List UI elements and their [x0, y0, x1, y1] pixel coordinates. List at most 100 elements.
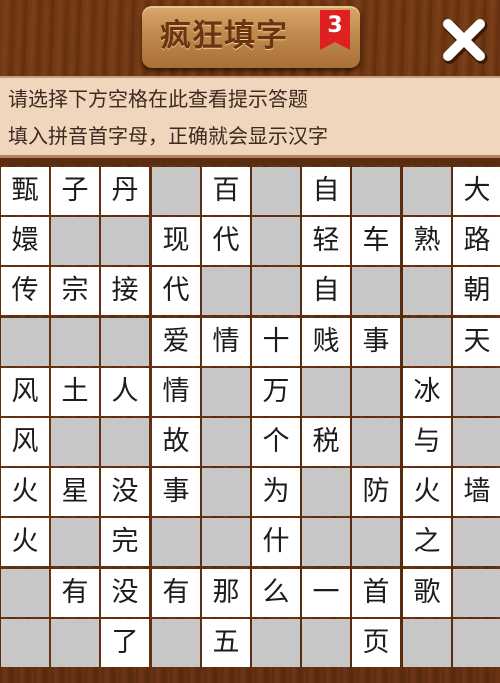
- grid-cell-r6-c5[interactable]: 为: [252, 468, 300, 516]
- grid-cell-r4-c1[interactable]: 土: [51, 368, 99, 416]
- grid-cell-r7-c3: [152, 518, 200, 566]
- grid-cell-r8-c4[interactable]: 那: [202, 569, 250, 617]
- grid-cell-r2-c6[interactable]: 自: [302, 267, 350, 315]
- grid-cell-r7-c8[interactable]: 之: [403, 518, 451, 566]
- grid-cell-r5-c1: [51, 418, 99, 466]
- grid-cell-r8-c9: [453, 569, 500, 617]
- grid-cell-r9-c3: [152, 619, 200, 667]
- grid-cell-r5-c4: [202, 418, 250, 466]
- grid-cell-r5-c5[interactable]: 个: [252, 418, 300, 466]
- hint-text-line-2: 填入拼音首字母，正确就会显示汉字: [8, 124, 328, 148]
- grid-cell-r6-c2[interactable]: 没: [101, 468, 149, 516]
- grid-cell-r1-c3[interactable]: 现: [152, 217, 200, 265]
- close-icon: [443, 19, 488, 64]
- grid-cell-r2-c9[interactable]: 朝: [453, 267, 500, 315]
- grid-cell-r1-c6[interactable]: 轻: [302, 217, 350, 265]
- game-title: 疯狂填字: [160, 18, 288, 54]
- grid-cell-r3-c4[interactable]: 情: [202, 318, 250, 366]
- grid-cell-r7-c4: [202, 518, 250, 566]
- level-badge: 3: [320, 10, 350, 50]
- grid-cell-r9-c0: [1, 619, 49, 667]
- grid-cell-r6-c3[interactable]: 事: [152, 468, 200, 516]
- close-button[interactable]: [438, 14, 490, 66]
- grid-cell-r9-c4[interactable]: 五: [202, 619, 250, 667]
- crossword-board: 甄子丹百自大嬛现代轻车熟路传宗接代自朝爱情十贱事天风土人情万冰风故个税与火星没事…: [0, 165, 500, 683]
- grid-cell-r5-c6[interactable]: 税: [302, 418, 350, 466]
- grid-cell-r8-c8[interactable]: 歌: [403, 569, 451, 617]
- grid-cell-r2-c3[interactable]: 代: [152, 267, 200, 315]
- grid-cell-r6-c0[interactable]: 火: [1, 468, 49, 516]
- grid-cell-r5-c3[interactable]: 故: [152, 418, 200, 466]
- grid-cell-r9-c5: [252, 619, 300, 667]
- grid-cell-r2-c1[interactable]: 宗: [51, 267, 99, 315]
- grid-cell-r0-c4[interactable]: 百: [202, 167, 250, 215]
- grid-cell-r0-c6[interactable]: 自: [302, 167, 350, 215]
- grid-cell-r3-c3[interactable]: 爱: [152, 318, 200, 366]
- grid-cell-r3-c8: [403, 318, 451, 366]
- grid-cell-r5-c9: [453, 418, 500, 466]
- grid-cell-r4-c7: [352, 368, 400, 416]
- hint-panel: 请选择下方空格在此查看提示答题 填入拼音首字母，正确就会显示汉字: [0, 76, 500, 158]
- grid-cell-r9-c7[interactable]: 页: [352, 619, 400, 667]
- grid-cell-r7-c5[interactable]: 什: [252, 518, 300, 566]
- grid-cell-r1-c8[interactable]: 熟: [403, 217, 451, 265]
- grid-cell-r2-c2[interactable]: 接: [101, 267, 149, 315]
- grid-cell-r4-c3[interactable]: 情: [152, 368, 200, 416]
- grid-cell-r0-c1[interactable]: 子: [51, 167, 99, 215]
- grid-cell-r0-c7: [352, 167, 400, 215]
- grid-cell-r3-c1: [51, 318, 99, 366]
- grid-cell-r8-c6[interactable]: 一: [302, 569, 350, 617]
- hint-text-line-1: 请选择下方空格在此查看提示答题: [8, 87, 308, 111]
- grid-cell-r7-c1: [51, 518, 99, 566]
- grid-cell-r8-c1[interactable]: 有: [51, 569, 99, 617]
- grid-cell-r8-c3[interactable]: 有: [152, 569, 200, 617]
- grid-cell-r9-c2[interactable]: 了: [101, 619, 149, 667]
- grid-cell-r2-c4: [202, 267, 250, 315]
- grid-cell-r4-c2[interactable]: 人: [101, 368, 149, 416]
- grid-cell-r2-c0[interactable]: 传: [1, 267, 49, 315]
- grid-cell-r8-c7[interactable]: 首: [352, 569, 400, 617]
- grid-cell-r6-c6: [302, 468, 350, 516]
- grid-cell-r0-c2[interactable]: 丹: [101, 167, 149, 215]
- grid-cell-r0-c9[interactable]: 大: [453, 167, 500, 215]
- title-plaque: 疯狂填字 3: [142, 6, 360, 68]
- grid-cell-r1-c5: [252, 217, 300, 265]
- grid-cell-r4-c8[interactable]: 冰: [403, 368, 451, 416]
- grid-cell-r3-c5[interactable]: 十: [252, 318, 300, 366]
- grid-cell-r7-c9: [453, 518, 500, 566]
- grid-cell-r3-c2: [101, 318, 149, 366]
- grid-cell-r8-c5[interactable]: 么: [252, 569, 300, 617]
- grid-cell-r5-c0[interactable]: 风: [1, 418, 49, 466]
- grid-cell-r1-c2: [101, 217, 149, 265]
- grid-cell-r0-c0[interactable]: 甄: [1, 167, 49, 215]
- grid-cell-r3-c9[interactable]: 天: [453, 318, 500, 366]
- grid-cell-r1-c4[interactable]: 代: [202, 217, 250, 265]
- grid-cell-r8-c2[interactable]: 没: [101, 569, 149, 617]
- grid-cell-r7-c2[interactable]: 完: [101, 518, 149, 566]
- grid-cell-r6-c7[interactable]: 防: [352, 468, 400, 516]
- grid-cell-r7-c6: [302, 518, 350, 566]
- grid-cell-r4-c0[interactable]: 风: [1, 368, 49, 416]
- grid-cell-r6-c1[interactable]: 星: [51, 468, 99, 516]
- grid-cell-r6-c8[interactable]: 火: [403, 468, 451, 516]
- grid-cell-r9-c6: [302, 619, 350, 667]
- grid-cell-r1-c0[interactable]: 嬛: [1, 217, 49, 265]
- grid-cell-r4-c9: [453, 368, 500, 416]
- grid-cell-r7-c0[interactable]: 火: [1, 518, 49, 566]
- grid-cell-r3-c0: [1, 318, 49, 366]
- grid-cell-r3-c6[interactable]: 贱: [302, 318, 350, 366]
- grid-cell-r3-c7[interactable]: 事: [352, 318, 400, 366]
- grid-cell-r7-c7: [352, 518, 400, 566]
- grid-cell-r2-c5: [252, 267, 300, 315]
- grid-cell-r0-c3: [152, 167, 200, 215]
- grid-cell-r2-c7: [352, 267, 400, 315]
- grid-cell-r1-c9[interactable]: 路: [453, 217, 500, 265]
- grid-cell-r4-c6: [302, 368, 350, 416]
- grid-cell-r9-c9: [453, 619, 500, 667]
- grid-cell-r2-c8: [403, 267, 451, 315]
- grid-cell-r0-c8: [403, 167, 451, 215]
- grid-cell-r5-c8[interactable]: 与: [403, 418, 451, 466]
- grid-cell-r1-c7[interactable]: 车: [352, 217, 400, 265]
- grid-cell-r4-c5[interactable]: 万: [252, 368, 300, 416]
- grid-cell-r6-c9[interactable]: 墙: [453, 468, 500, 516]
